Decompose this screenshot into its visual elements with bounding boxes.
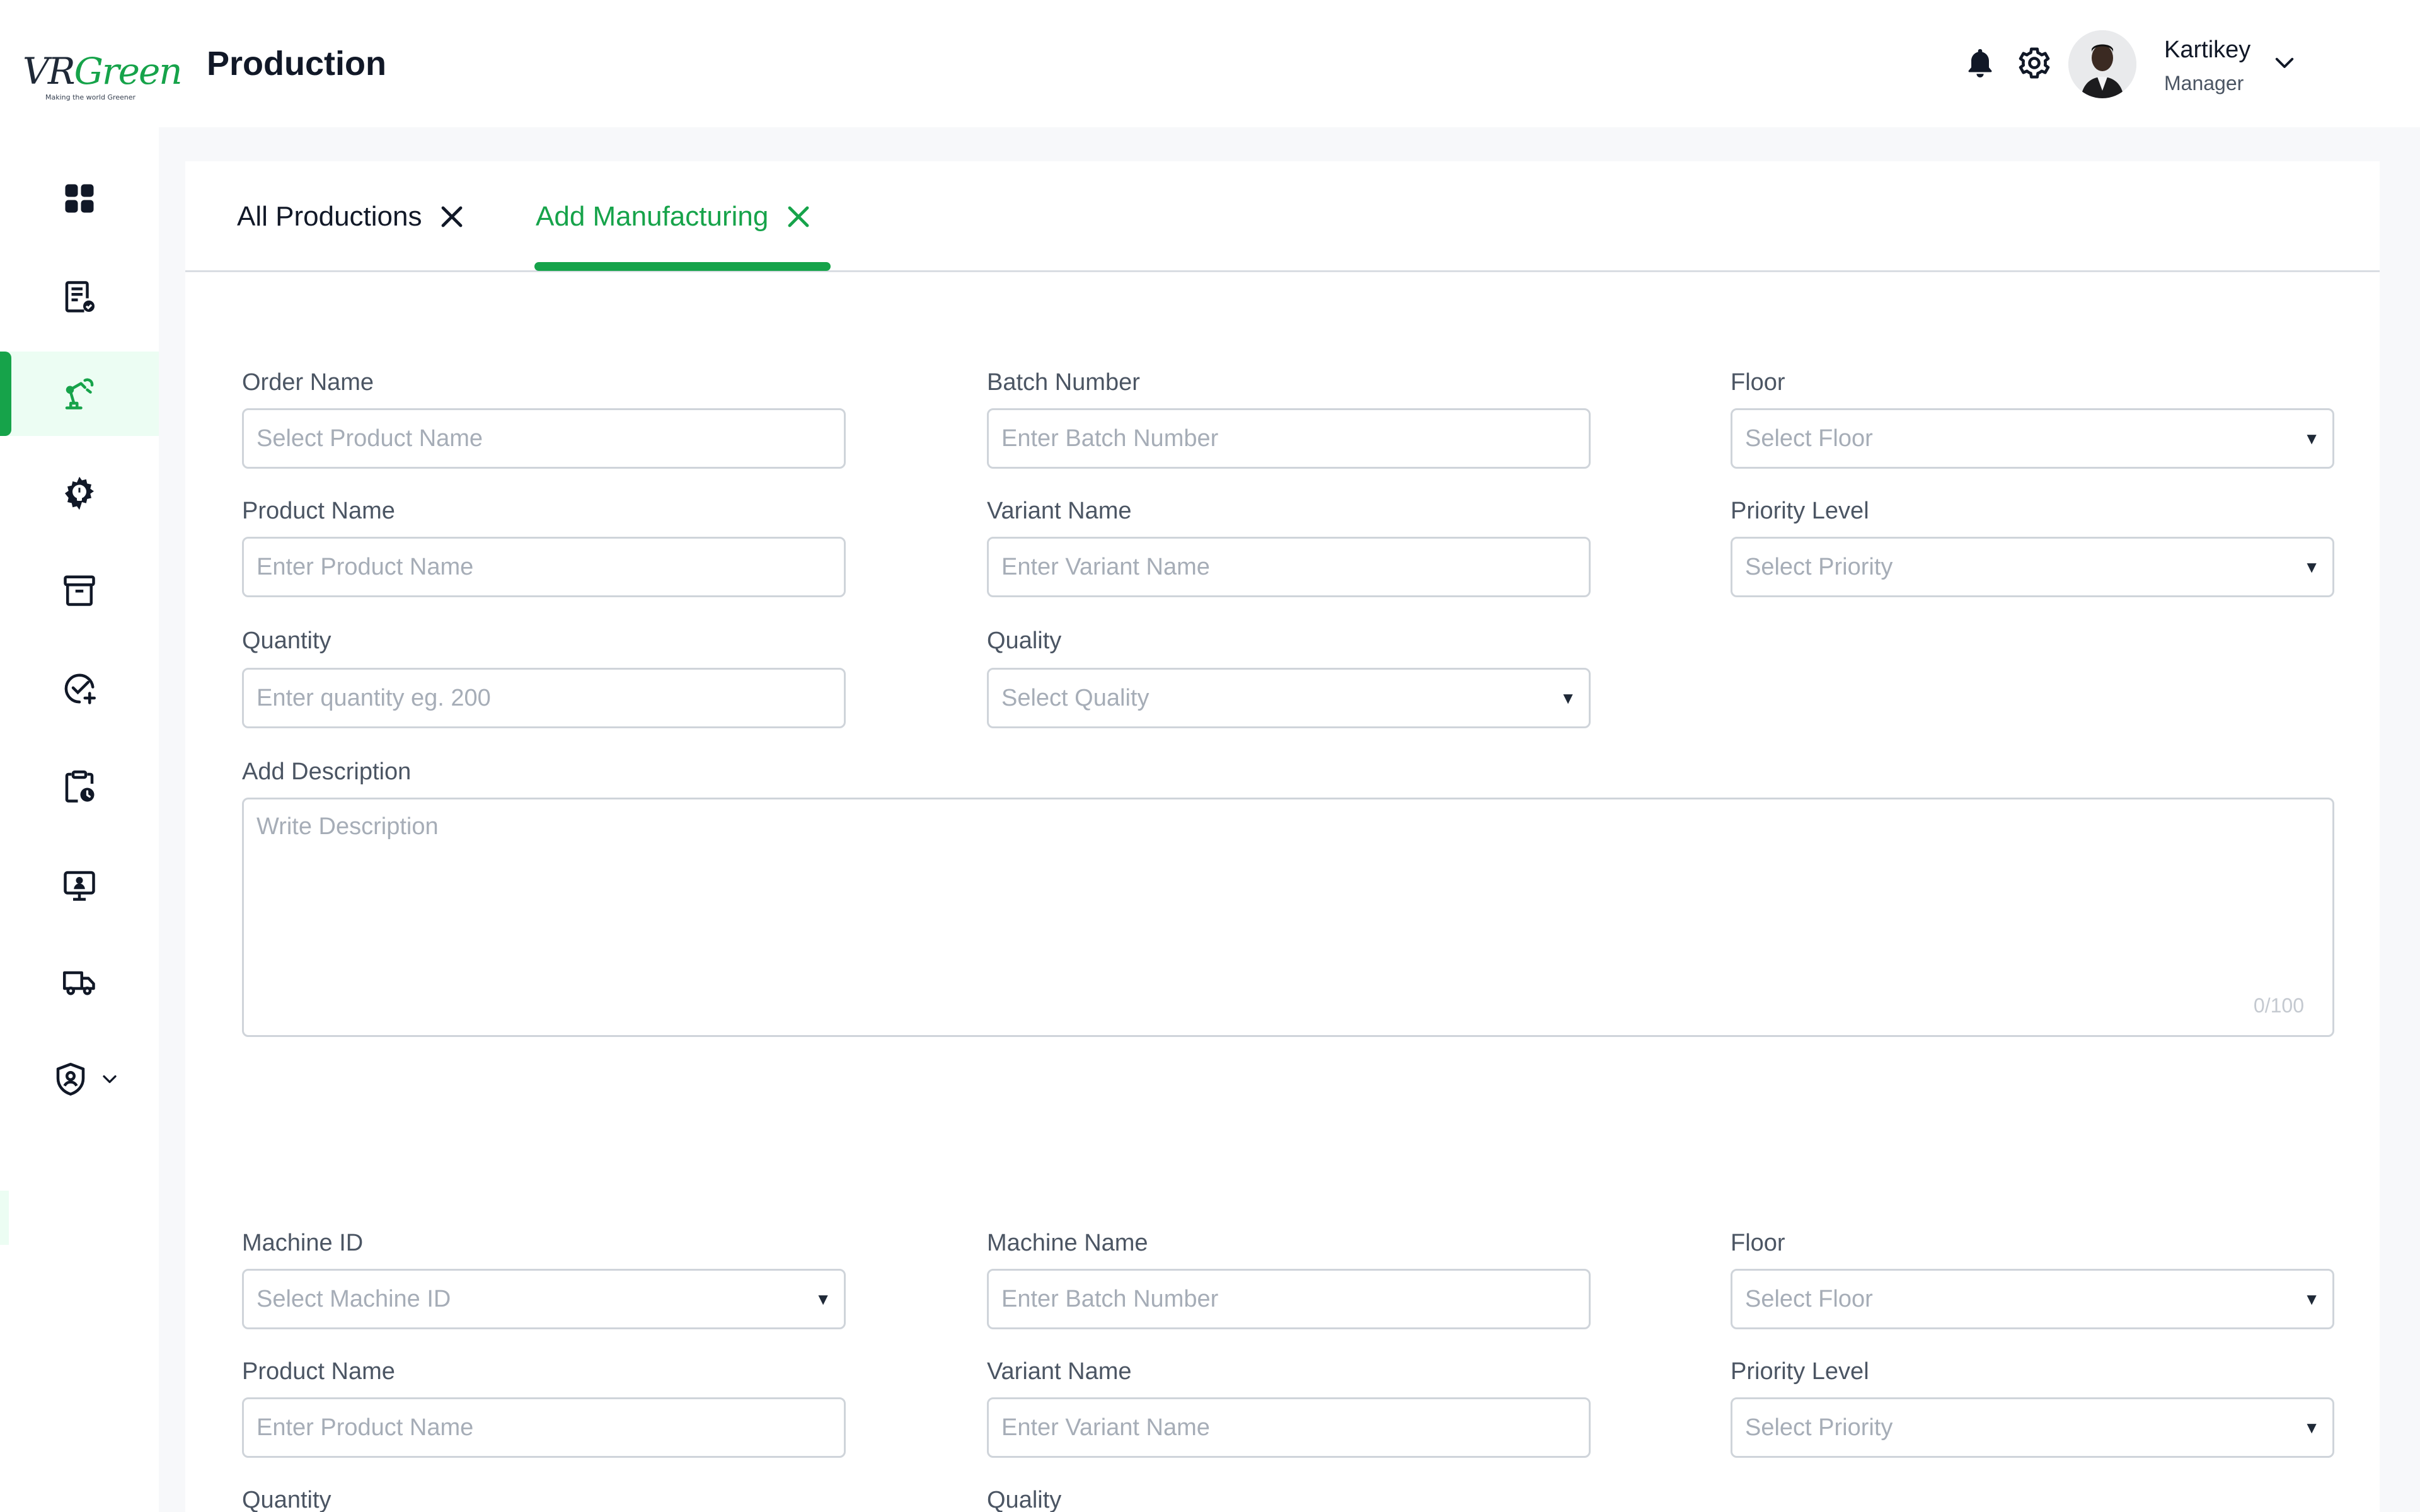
panel-scroll-edge [2380, 315, 2386, 1172]
priority-level-select[interactable]: Select Priority ▼ [1731, 537, 2334, 597]
product-name-field[interactable] [242, 537, 846, 597]
sidebar-item-inventory[interactable] [0, 548, 159, 633]
sidebar-item-logistics[interactable] [0, 940, 159, 1024]
batch-number-label: Batch Number [987, 369, 1140, 396]
panel-scroll-edge [2380, 1210, 2386, 1474]
user-avatar[interactable] [2068, 30, 2136, 98]
top-header: VRGreen Making the world Greener Product… [0, 0, 2420, 127]
dropdown-arrow-icon: ▼ [1560, 688, 1576, 707]
sidebar-item-orders[interactable] [0, 255, 159, 339]
close-icon[interactable] [437, 202, 467, 232]
dropdown-arrow-icon: ▼ [815, 1289, 831, 1309]
priority-select-placeholder: Select Priority [1745, 1414, 1893, 1441]
machine-name-field[interactable] [987, 1269, 1591, 1329]
sidebar-item-production[interactable] [0, 352, 159, 436]
shield-user-icon [56, 1063, 85, 1096]
sidebar-item-workforce[interactable] [0, 843, 159, 927]
chevron-down-icon[interactable] [2271, 49, 2298, 76]
tab-label: Add Manufacturing [536, 201, 769, 232]
tab-bar: All Productions Add Manufacturing [185, 161, 2380, 272]
sidebar-item-schedule[interactable] [0, 745, 159, 829]
sidebar-indicator-edge [0, 1191, 9, 1245]
dropdown-arrow-icon: ▼ [2303, 1289, 2320, 1309]
clipboard-clock-icon [65, 770, 95, 803]
settings-gear-icon[interactable] [2017, 45, 2052, 81]
machine-gear-bulb-icon [65, 476, 94, 510]
approval-check-plus-icon [64, 673, 96, 704]
tab-add-manufacturing[interactable]: Add Manufacturing [536, 161, 814, 272]
variant-name-label-2: Variant Name [987, 1358, 1132, 1385]
monitor-user-icon [64, 871, 95, 901]
logo-wordmark-green: Green [74, 50, 183, 93]
quantity-field[interactable] [242, 668, 846, 728]
order-name-field[interactable] [242, 408, 846, 469]
tab-label: All Productions [237, 201, 422, 232]
floor-select-placeholder: Select Floor [1745, 425, 1873, 452]
archive-box-icon [64, 575, 95, 606]
delivery-truck-icon [63, 971, 95, 995]
bell-icon[interactable] [1962, 45, 1998, 81]
quality-label-2: Quality [987, 1487, 1062, 1512]
machine-id-select[interactable]: Select Machine ID ▼ [242, 1269, 846, 1329]
quantity-label-2: Quantity [242, 1487, 331, 1512]
order-name-label: Order Name [242, 369, 374, 396]
chevron-down-icon[interactable] [98, 1068, 121, 1091]
description-label: Add Description [242, 759, 412, 785]
product-name-field-2[interactable] [242, 1397, 846, 1458]
floor-select-2[interactable]: Select Floor ▼ [1731, 1269, 2334, 1329]
logo-tagline: Making the world Greener [45, 93, 136, 101]
quality-label: Quality [987, 627, 1062, 654]
batch-number-field[interactable] [987, 408, 1591, 469]
tab-all-productions[interactable]: All Productions [237, 161, 467, 272]
dropdown-arrow-icon: ▼ [2303, 428, 2320, 448]
variant-name-label: Variant Name [987, 498, 1132, 524]
close-icon[interactable] [783, 202, 814, 232]
machine-name-label: Machine Name [987, 1230, 1148, 1256]
floor-label: Floor [1731, 369, 1785, 396]
priority-level-label: Priority Level [1731, 498, 1869, 524]
quantity-label: Quantity [242, 627, 331, 654]
product-name-label-2: Product Name [242, 1358, 395, 1385]
machine-id-placeholder: Select Machine ID [256, 1285, 451, 1312]
quality-select-placeholder: Select Quality [1001, 684, 1150, 711]
floor-select[interactable]: Select Floor ▼ [1731, 408, 2334, 469]
machine-id-label: Machine ID [242, 1230, 364, 1256]
dropdown-arrow-icon: ▼ [2303, 1418, 2320, 1437]
logo-wordmark-vr: VR [23, 50, 76, 93]
logo-wordmark: VRGreen [23, 53, 183, 89]
sidebar-item-machines[interactable] [0, 451, 159, 536]
variant-name-field[interactable] [987, 537, 1591, 597]
sidebar-item-dashboard[interactable] [0, 156, 159, 241]
description-char-counter: 0/100 [2253, 994, 2304, 1017]
production-robot-arm-icon [65, 378, 94, 410]
active-tab-indicator [534, 262, 831, 271]
priority-level-label-2: Priority Level [1731, 1358, 1869, 1385]
sidebar-item-quality-check[interactable] [0, 646, 159, 731]
floor-label-2: Floor [1731, 1230, 1785, 1256]
sidebar-item-security[interactable] [0, 1037, 159, 1121]
priority-level-select-2[interactable]: Select Priority ▼ [1731, 1397, 2334, 1458]
quality-select[interactable]: Select Quality ▼ [987, 668, 1591, 728]
floor-select-placeholder: Select Floor [1745, 1285, 1873, 1312]
dashboard-grid-icon [65, 184, 94, 213]
user-name: Kartikey [2164, 37, 2251, 63]
brand-logo[interactable]: VRGreen Making the world Greener [23, 53, 183, 111]
dropdown-arrow-icon: ▼ [2303, 557, 2320, 576]
user-role: Manager [2164, 72, 2244, 94]
user-avatar-image [2068, 30, 2136, 98]
orders-checklist-icon [65, 281, 95, 312]
priority-select-placeholder: Select Priority [1745, 553, 1893, 580]
variant-name-field-2[interactable] [987, 1397, 1591, 1458]
page-title: Production [207, 45, 386, 83]
sidebar [0, 127, 159, 1512]
product-name-label: Product Name [242, 498, 395, 524]
description-textarea[interactable] [242, 798, 2334, 1037]
